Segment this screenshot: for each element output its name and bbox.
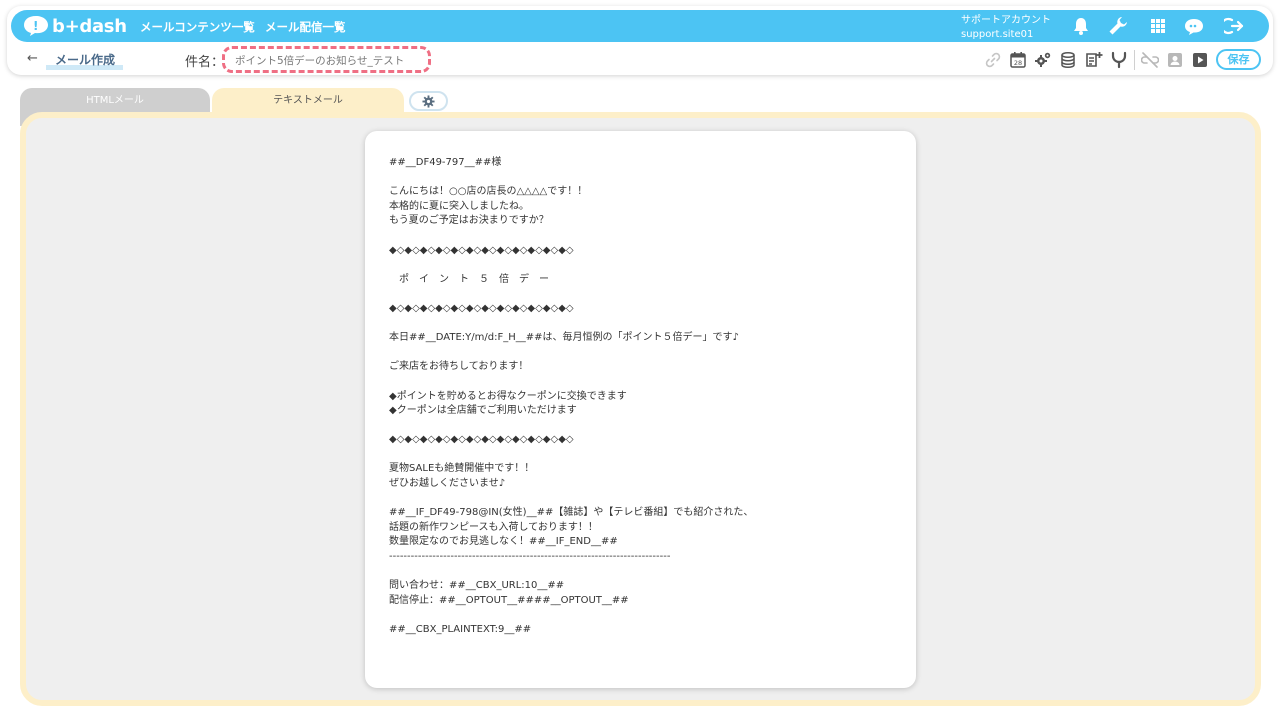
text-line	[389, 229, 889, 244]
text-line: 配信停止：##__OPTOUT__####__OPTOUT__##	[389, 594, 629, 606]
subject-input[interactable]: ポイント5倍デーのお知らせ_テスト	[222, 46, 431, 73]
text-line: 夏物SALEも絶賛開催中です！！	[389, 463, 535, 475]
tab-html-mail[interactable]: HTMLメール	[20, 88, 210, 114]
account-name: サポートアカウント	[961, 15, 1051, 26]
text-line	[389, 346, 889, 361]
tab-text-mail[interactable]: テキストメール	[212, 88, 404, 114]
add-document-icon[interactable]	[1085, 51, 1103, 69]
text-line: ポ イ ン ト ５ 倍 デ ー	[389, 273, 549, 285]
top-navigation-bar: ! b+dash メールコンテンツ一覧 メール配信一覧 サポートアカウント su…	[11, 10, 1269, 42]
play-icon[interactable]	[1191, 51, 1209, 69]
text-line: 話題の新作ワンピースも入荷しております！！	[389, 521, 598, 533]
calendar-day-number: 28	[1014, 59, 1022, 67]
text-line: ◆クーポンは全店舗でご利用いただけます	[389, 405, 577, 417]
text-mail-document[interactable]: ##__DF49-797__##様こんにちは！○○店の店長の△△△△です！！ 本格…	[365, 131, 916, 688]
text-line	[389, 608, 889, 623]
account-id: support.site01	[961, 29, 1034, 40]
chat-icon[interactable]	[1184, 16, 1204, 36]
header: ! b+dash メールコンテンツ一覧 メール配信一覧 サポートアカウント su…	[7, 6, 1273, 75]
wrench-icon[interactable]	[1108, 16, 1128, 36]
unlink-icon[interactable]	[1141, 51, 1159, 69]
text-line: ◆◇◆◇◆◇◆◇◆◇◆◇◆◇◆◇◆◇◆◇◆◇◆◇	[389, 302, 574, 314]
mail-toolbar: ← メール作成 件名： ポイント5倍デーのお知らせ_テスト 28 保存	[7, 46, 1273, 74]
logo-text: b+dash	[52, 15, 127, 37]
account-info[interactable]: サポートアカウント support.site01	[961, 14, 1051, 42]
tab-settings-button[interactable]	[409, 91, 448, 111]
toolbar-divider	[1134, 50, 1135, 70]
calendar-icon[interactable]: 28	[1009, 51, 1027, 69]
bell-icon[interactable]	[1071, 16, 1091, 36]
svg-text:!: !	[33, 19, 38, 33]
back-arrow-icon[interactable]: ←	[27, 51, 38, 66]
subject-label: 件名：	[185, 55, 225, 70]
text-line: ◆◇◆◇◆◇◆◇◆◇◆◇◆◇◆◇◆◇◆◇◆◇◆◇	[389, 434, 574, 446]
database-icon[interactable]	[1059, 51, 1077, 69]
text-line	[389, 375, 889, 390]
save-button[interactable]: 保存	[1216, 49, 1261, 70]
text-line: こんにちは！○○店の店長の△△△△です！！	[389, 186, 588, 198]
nav-mail-contents-list[interactable]: メールコンテンツ一覧	[140, 19, 255, 35]
text-line: 問い合わせ：##__CBX_URL:10__##	[389, 580, 565, 592]
bdash-logo[interactable]: ! b+dash	[23, 13, 127, 39]
page-title: メール作成	[46, 51, 124, 70]
contact-card-icon[interactable]	[1166, 51, 1184, 69]
text-line: 本格的に夏に突入しましたね。	[389, 200, 529, 212]
text-mail-body[interactable]: ##__DF49-797__##様こんにちは！○○店の店長の△△△△です！！ 本格…	[389, 156, 889, 638]
text-line: ##__CBX_PLAINTEXT:9__##	[389, 624, 532, 635]
text-line: もう夏のご予定はお決まりですか？	[389, 215, 549, 227]
nav-mail-delivery-list[interactable]: メール配信一覧	[265, 19, 346, 35]
text-line: 本日##__DATE:Y/m/d:F_H__##は、毎月恒例の「ポイント５倍デー…	[389, 332, 739, 344]
text-line	[389, 287, 889, 302]
text-line: ##__IF_DF49-798@IN(女性)__##【雑誌】や【テレビ番組】でも…	[389, 507, 754, 519]
text-line	[389, 171, 889, 186]
text-line: ぜひお越しくださいませ♪	[389, 478, 506, 490]
logout-icon[interactable]	[1224, 16, 1244, 36]
text-line: 数量限定なのでお見逃しなく！##__IF_END__##	[389, 536, 618, 548]
merge-icon[interactable]	[1110, 51, 1128, 69]
text-line	[389, 492, 889, 507]
text-line	[389, 317, 889, 332]
text-line: ----------------------------------------…	[389, 551, 671, 563]
text-line: ◆ポイントを貯めるとお得なクーポンに交換できます	[389, 390, 627, 402]
text-line	[389, 419, 889, 434]
gears-icon[interactable]	[1034, 51, 1052, 69]
gear-icon	[422, 95, 435, 108]
text-line: ##__DF49-797__##様	[389, 157, 502, 168]
text-line: ◆◇◆◇◆◇◆◇◆◇◆◇◆◇◆◇◆◇◆◇◆◇◆◇	[389, 244, 574, 256]
text-line	[389, 448, 889, 463]
text-line	[389, 258, 889, 273]
link-icon[interactable]	[984, 51, 1002, 69]
text-line: ご来店をお待ちしております！	[389, 361, 529, 373]
grid-icon[interactable]	[1148, 16, 1168, 36]
logo-bubble-icon: !	[23, 15, 50, 37]
text-line	[389, 565, 889, 580]
